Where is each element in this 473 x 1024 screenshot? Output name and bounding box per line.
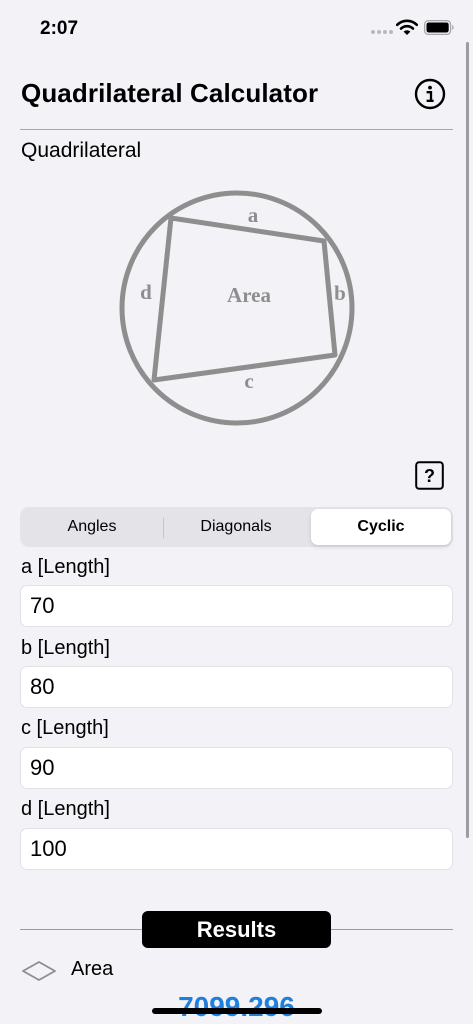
- area-result-label: Area: [71, 958, 114, 980]
- side-a-label: a: [248, 203, 259, 227]
- field-b-input[interactable]: [20, 666, 453, 708]
- signal-icon: [371, 30, 393, 36]
- segment-diagonals[interactable]: Diagonals: [164, 509, 308, 545]
- results-divider-right: [330, 929, 453, 930]
- results-header: Results: [142, 911, 331, 948]
- help-icon[interactable]: ?: [415, 461, 444, 490]
- field-d-input[interactable]: [20, 828, 453, 870]
- wifi-icon: [396, 19, 418, 35]
- battery-icon: [424, 20, 454, 35]
- quadrilateral-diagram: a b c d Area: [119, 190, 355, 426]
- side-c-label: c: [244, 369, 253, 393]
- status-time: 2:07: [40, 18, 79, 39]
- results-divider-left: [20, 929, 143, 930]
- home-indicator: [152, 1008, 322, 1014]
- field-c-label: c [Length]: [21, 717, 109, 739]
- field-c-input[interactable]: [20, 747, 453, 789]
- scrollbar[interactable]: [466, 42, 469, 838]
- screen: 2:07 Quadrilateral Calculator Quadrilate…: [0, 0, 473, 1024]
- field-b-label: b [Length]: [21, 637, 110, 659]
- status-bar: 2:07: [0, 0, 473, 56]
- info-icon[interactable]: [414, 78, 446, 110]
- side-d-label: d: [140, 280, 152, 304]
- svg-text:?: ?: [424, 466, 435, 486]
- segment-cyclic[interactable]: Cyclic: [311, 509, 451, 545]
- mode-segmented-control: Angles Diagonals Cyclic: [20, 507, 453, 547]
- segment-angles[interactable]: Angles: [22, 509, 162, 545]
- area-result-value: 7099.296: [178, 991, 295, 1022]
- area-center-label: Area: [227, 283, 271, 307]
- header-divider: [20, 129, 453, 130]
- rhombus-icon: [22, 961, 56, 981]
- page-title: Quadrilateral Calculator: [21, 78, 319, 108]
- field-a-input[interactable]: [20, 585, 453, 627]
- field-a-label: a [Length]: [21, 556, 110, 578]
- side-b-label: b: [334, 281, 346, 305]
- section-title: Quadrilateral: [21, 139, 142, 162]
- field-d-label: d [Length]: [21, 798, 110, 820]
